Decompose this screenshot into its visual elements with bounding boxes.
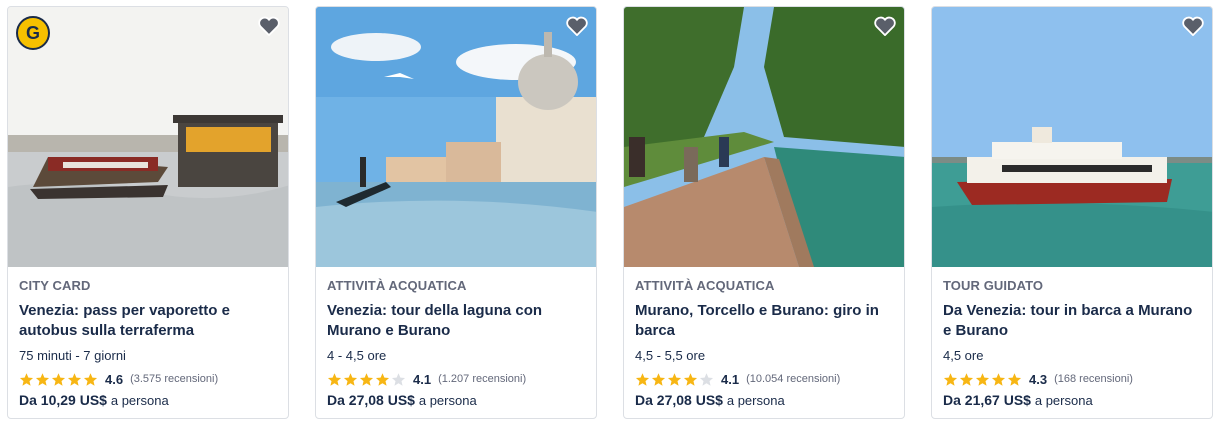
star-icon bbox=[959, 372, 974, 386]
star-icon bbox=[991, 372, 1006, 386]
star-icon bbox=[667, 372, 682, 386]
star-icon bbox=[83, 372, 98, 386]
activity-title[interactable]: Venezia: pass per vaporetto e autobus su… bbox=[19, 301, 277, 341]
star-icon bbox=[35, 372, 50, 386]
price-amount: 27,08 US$ bbox=[348, 392, 415, 408]
star-icon bbox=[343, 372, 358, 386]
star-icon bbox=[1007, 372, 1022, 386]
price-suffix: a persona bbox=[726, 393, 785, 408]
star-icon bbox=[683, 372, 698, 386]
activity-duration: 4,5 ore bbox=[943, 348, 984, 363]
price-prefix: Da bbox=[19, 392, 37, 408]
activity-rating: 4.3 (168 recensioni) bbox=[943, 371, 1201, 387]
price-prefix: Da bbox=[943, 392, 961, 408]
activity-card[interactable]: TOUR GUIDATO Da Venezia: tour in barca a… bbox=[931, 6, 1213, 419]
getyourguide-badge-icon: G bbox=[16, 16, 50, 50]
price-amount: 10,29 US$ bbox=[40, 392, 107, 408]
price-suffix: a persona bbox=[110, 393, 169, 408]
rating-score: 4.1 bbox=[413, 371, 432, 387]
activity-price: Da 27,08 US$ a persona bbox=[635, 392, 893, 408]
activity-category: TOUR GUIDATO bbox=[943, 278, 1044, 293]
star-icon bbox=[67, 372, 82, 386]
price-prefix: Da bbox=[327, 392, 345, 408]
review-count: (1.207 recensioni) bbox=[438, 373, 527, 385]
star-icon bbox=[51, 372, 66, 386]
activity-price: Da 10,29 US$ a persona bbox=[19, 392, 277, 408]
rating-score: 4.3 bbox=[1029, 371, 1048, 387]
activity-category: ATTIVITÀ ACQUATICA bbox=[635, 278, 775, 293]
price-suffix: a persona bbox=[1034, 393, 1093, 408]
heart-icon[interactable] bbox=[872, 13, 898, 39]
price-amount: 21,67 US$ bbox=[964, 392, 1031, 408]
activity-duration: 4 - 4,5 ore bbox=[327, 348, 387, 363]
activity-category: ATTIVITÀ ACQUATICA bbox=[327, 278, 467, 293]
star-icon bbox=[699, 372, 714, 386]
activity-rating: 4.1 (1.207 recensioni) bbox=[327, 371, 585, 387]
rating-stars bbox=[943, 372, 1023, 387]
star-icon bbox=[327, 372, 342, 386]
rating-stars bbox=[19, 372, 99, 387]
activity-image[interactable] bbox=[932, 7, 1212, 267]
rating-score: 4.6 bbox=[105, 371, 124, 387]
price-amount: 27,08 US$ bbox=[656, 392, 723, 408]
activity-image[interactable] bbox=[624, 7, 904, 267]
review-count: (3.575 recensioni) bbox=[130, 373, 219, 385]
activity-rating: 4.1 (10.054 recensioni) bbox=[635, 371, 893, 387]
star-icon bbox=[635, 372, 650, 386]
activity-card-row: G CITY CARD Venezia: pass per vaporetto … bbox=[0, 0, 1221, 427]
rating-score: 4.1 bbox=[721, 371, 740, 387]
activity-title[interactable]: Da Venezia: tour in barca a Murano e Bur… bbox=[943, 301, 1201, 341]
activity-duration: 4,5 - 5,5 ore bbox=[635, 348, 706, 363]
activity-card[interactable]: G CITY CARD Venezia: pass per vaporetto … bbox=[7, 6, 289, 419]
activity-duration: 75 minuti - 7 giorni bbox=[19, 348, 126, 363]
heart-icon[interactable] bbox=[256, 13, 282, 39]
star-icon bbox=[19, 372, 34, 386]
activity-card[interactable]: ATTIVITÀ ACQUATICA Venezia: tour della l… bbox=[315, 6, 597, 419]
price-suffix: a persona bbox=[418, 393, 477, 408]
star-icon bbox=[359, 372, 374, 386]
activity-image[interactable] bbox=[316, 7, 596, 267]
activity-category: CITY CARD bbox=[19, 278, 91, 293]
star-icon bbox=[975, 372, 990, 386]
heart-icon[interactable] bbox=[564, 13, 590, 39]
activity-card[interactable]: ATTIVITÀ ACQUATICA Murano, Torcello e Bu… bbox=[623, 6, 905, 419]
rating-stars bbox=[327, 372, 407, 387]
activity-title[interactable]: Venezia: tour della laguna con Murano e … bbox=[327, 301, 585, 341]
star-icon bbox=[651, 372, 666, 386]
activity-image[interactable]: G bbox=[8, 7, 288, 267]
price-prefix: Da bbox=[635, 392, 653, 408]
star-icon bbox=[375, 372, 390, 386]
activity-rating: 4.6 (3.575 recensioni) bbox=[19, 371, 277, 387]
star-icon bbox=[943, 372, 958, 386]
review-count: (168 recensioni) bbox=[1054, 373, 1133, 385]
star-icon bbox=[391, 372, 406, 386]
rating-stars bbox=[635, 372, 715, 387]
activity-price: Da 21,67 US$ a persona bbox=[943, 392, 1201, 408]
heart-icon[interactable] bbox=[1180, 13, 1206, 39]
review-count: (10.054 recensioni) bbox=[746, 373, 841, 385]
activity-title[interactable]: Murano, Torcello e Burano: giro in barca bbox=[635, 301, 893, 341]
activity-price: Da 27,08 US$ a persona bbox=[327, 392, 585, 408]
